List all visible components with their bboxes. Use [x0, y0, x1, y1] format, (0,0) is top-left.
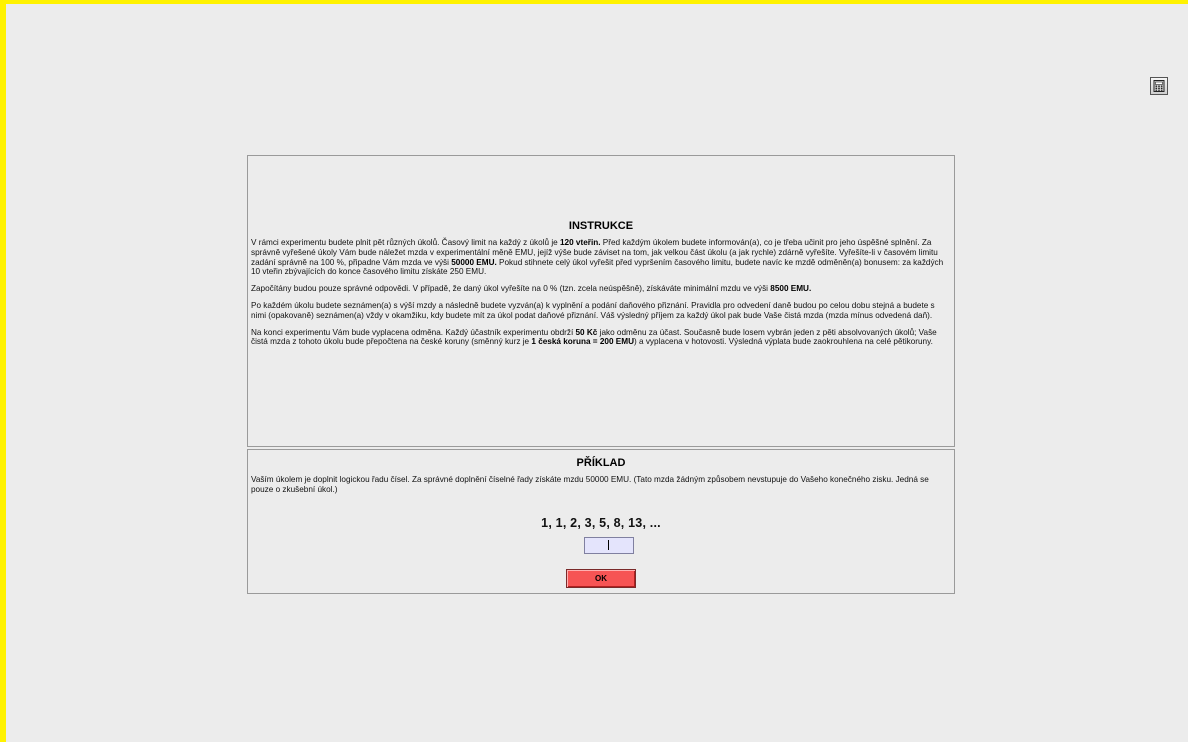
text-run: Po každém úkolu budete seznámen(a) s výš… [251, 300, 935, 320]
calculator-icon [1153, 80, 1165, 92]
instructions-paragraph-2: Započítány budou pouze správné odpovědi.… [251, 284, 950, 294]
answer-input[interactable] [584, 537, 634, 554]
bold-text: 120 vteřin. [560, 238, 601, 247]
text-run: ) a vyplacena v hotovosti. Výsledná výpl… [634, 337, 933, 347]
example-title: PŘÍKLAD [576, 457, 626, 469]
bold-text: 8500 EMU. [770, 284, 812, 294]
instructions-paragraph-1: V rámci experimentu budete plnit pět růz… [251, 238, 950, 277]
instructions-paragraph-3: Po každém úkolu budete seznámen(a) s výš… [251, 301, 950, 321]
text-run: V rámci experimentu budete plnit pět růz… [251, 238, 560, 247]
instructions-paragraph-4: Na konci experimentu Vám bude vyplacena … [251, 328, 950, 348]
text-run: Započítány budou pouze správné odpovědi.… [251, 284, 771, 294]
bold-text: 1 česká koruna = 200 EMU [531, 337, 634, 347]
ok-button[interactable]: OK [566, 569, 636, 588]
instructions-panel: INSTRUKCE V rámci experimentu budete pln… [247, 155, 955, 447]
text-caret [608, 540, 609, 550]
calculator-button[interactable] [1150, 77, 1168, 95]
bold-text: 50000 EMU. [451, 257, 497, 267]
bold-text: 50 Kč [575, 327, 598, 337]
instructions-title: INSTRUKCE [568, 220, 634, 232]
example-panel: PŘÍKLAD Vaším úkolem je doplnit logickou… [247, 449, 955, 594]
number-sequence: 1, 1, 2, 3, 5, 8, 13, ... [541, 515, 661, 530]
text-run: Na konci experimentu Vám bude vyplacena … [251, 327, 576, 337]
example-text: Vaším úkolem je doplnit logickou řadu čí… [251, 475, 929, 494]
